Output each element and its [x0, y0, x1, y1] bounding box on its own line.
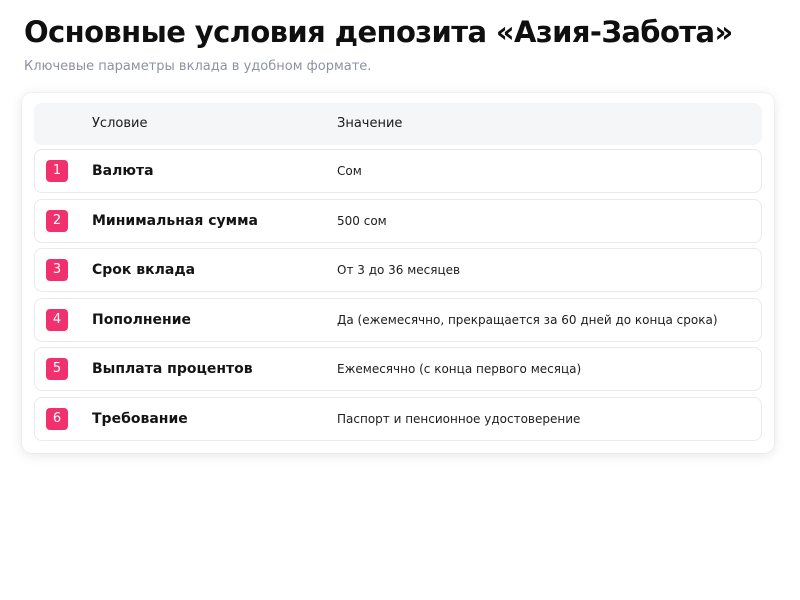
table-row: 4 Пополнение Да (ежемесячно, прекращаетс…	[34, 297, 762, 342]
row-condition-value: 500 сом	[337, 213, 387, 228]
table-row: 1 Валюта Сом	[34, 149, 762, 193]
table-row: 6 Требование Паспорт и пенсионное удосто…	[34, 396, 762, 441]
table-header: Условие Значение	[34, 103, 762, 145]
row-condition-label: Выплата процентов	[92, 361, 253, 378]
row-condition-value: Ежемесячно (с конца первого месяца)	[337, 362, 582, 377]
conditions-list: 1 Валюта Сом 2 Минимальная сумма 500 сом…	[34, 149, 762, 447]
row-condition-value: Сом	[337, 164, 362, 178]
row-number-badge: 3	[46, 259, 68, 282]
table-row: 5 Выплата процентов Ежемесячно (с конца …	[34, 347, 762, 392]
row-condition-label: Пополнение	[92, 311, 192, 328]
row-condition-label: Требование	[92, 410, 188, 427]
row-number-badge: 2	[46, 209, 68, 232]
conditions-card: Условие Значение 1 Валюта Сом 2 Минималь…	[22, 93, 774, 453]
table-row: 2 Минимальная сумма 500 сом	[34, 198, 762, 243]
row-condition-label: Срок вклада	[92, 262, 196, 279]
column-header-value: Значение	[337, 116, 403, 131]
row-number-badge: 6	[46, 407, 68, 430]
page-title: Основные условия депозита «Азия-Забота»	[24, 15, 733, 49]
table-row: 3 Срок вклада От 3 до 36 месяцев	[34, 248, 762, 293]
row-condition-value: От 3 до 36 месяцев	[337, 263, 461, 278]
row-condition-value: Да (ежемесячно, прекращается за 60 дней …	[337, 312, 718, 327]
row-number-badge: 4	[46, 308, 68, 331]
row-condition-label: Валюта	[92, 163, 154, 179]
row-condition-label: Минимальная сумма	[92, 212, 258, 229]
column-header-condition: Условие	[92, 116, 148, 131]
row-condition-value: Паспорт и пенсионное удостоверение	[337, 411, 581, 426]
row-number-badge: 1	[46, 160, 68, 182]
page-subtitle: Ключевые параметры вклада в удобном форм…	[24, 59, 372, 74]
row-number-badge: 5	[46, 358, 68, 381]
